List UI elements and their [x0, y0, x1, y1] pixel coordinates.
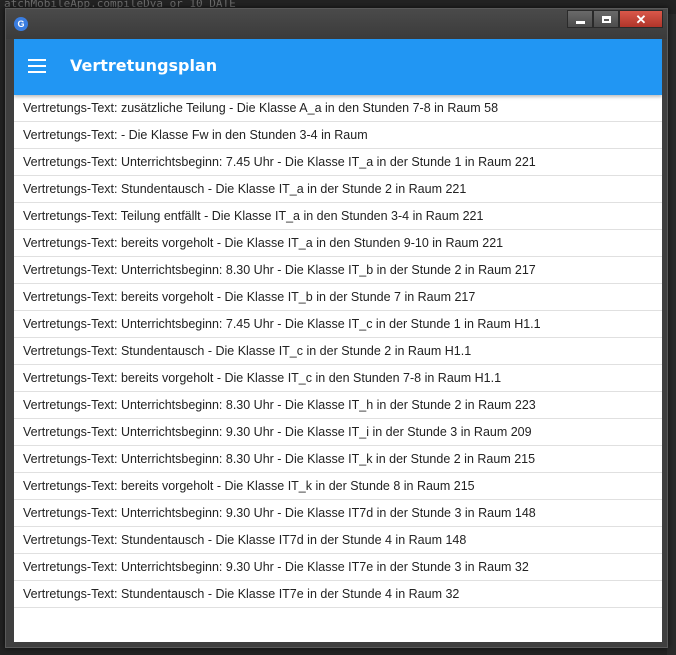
list-item[interactable]: Vertretungs-Text: zusätzliche Teilung - … — [14, 95, 662, 122]
app-icon: G — [14, 17, 28, 31]
list-item[interactable]: Vertretungs-Text: Stundentausch - Die Kl… — [14, 338, 662, 365]
app-bar: Vertretungsplan — [14, 39, 662, 95]
app-content: Vertretungsplan Vertretungs-Text: zusätz… — [14, 39, 662, 642]
list-item[interactable]: Vertretungs-Text: Unterrichtsbeginn: 9.3… — [14, 554, 662, 581]
substitution-list: Vertretungs-Text: zusätzliche Teilung - … — [14, 95, 662, 608]
minimize-icon — [575, 20, 585, 24]
minimize-button[interactable] — [567, 10, 593, 28]
list-item[interactable]: Vertretungs-Text: bereits vorgeholt - Di… — [14, 365, 662, 392]
background-editor-strip — [667, 14, 676, 655]
window-controls: ✕ — [567, 10, 663, 28]
list-item[interactable]: Vertretungs-Text: bereits vorgeholt - Di… — [14, 230, 662, 257]
maximize-icon — [601, 15, 611, 23]
list-item[interactable]: Vertretungs-Text: Stundentausch - Die Kl… — [14, 176, 662, 203]
list-item[interactable]: Vertretungs-Text: Unterrichtsbeginn: 9.3… — [14, 419, 662, 446]
list-item[interactable]: Vertretungs-Text: - Die Klasse Fw in den… — [14, 122, 662, 149]
list-item[interactable]: Vertretungs-Text: bereits vorgeholt - Di… — [14, 284, 662, 311]
window-titlebar[interactable]: G ✕ — [6, 9, 667, 39]
list-item[interactable]: Vertretungs-Text: Unterrichtsbeginn: 9.3… — [14, 500, 662, 527]
list-item[interactable]: Vertretungs-Text: Unterrichtsbeginn: 8.3… — [14, 392, 662, 419]
list-item[interactable]: Vertretungs-Text: Unterrichtsbeginn: 8.3… — [14, 446, 662, 473]
close-button[interactable]: ✕ — [619, 10, 663, 28]
list-item[interactable]: Vertretungs-Text: bereits vorgeholt - Di… — [14, 473, 662, 500]
list-item[interactable]: Vertretungs-Text: Stundentausch - Die Kl… — [14, 581, 662, 608]
page-title: Vertretungsplan — [70, 56, 218, 75]
list-item[interactable]: Vertretungs-Text: Unterrichtsbeginn: 7.4… — [14, 311, 662, 338]
list-item[interactable]: Vertretungs-Text: Unterrichtsbeginn: 8.3… — [14, 257, 662, 284]
list-item[interactable]: Vertretungs-Text: Teilung entfällt - Die… — [14, 203, 662, 230]
list-item[interactable]: Vertretungs-Text: Unterrichtsbeginn: 7.4… — [14, 149, 662, 176]
hamburger-menu-icon[interactable] — [28, 59, 46, 73]
close-icon: ✕ — [635, 11, 647, 27]
maximize-button[interactable] — [593, 10, 619, 28]
desktop-background: atchMobileApp.compileDva or 10 DATE G ✕ — [0, 0, 676, 655]
list-item[interactable]: Vertretungs-Text: Stundentausch - Die Kl… — [14, 527, 662, 554]
app-window: G ✕ Vertretungsplan Vertretungs-Text: zu… — [5, 8, 668, 648]
